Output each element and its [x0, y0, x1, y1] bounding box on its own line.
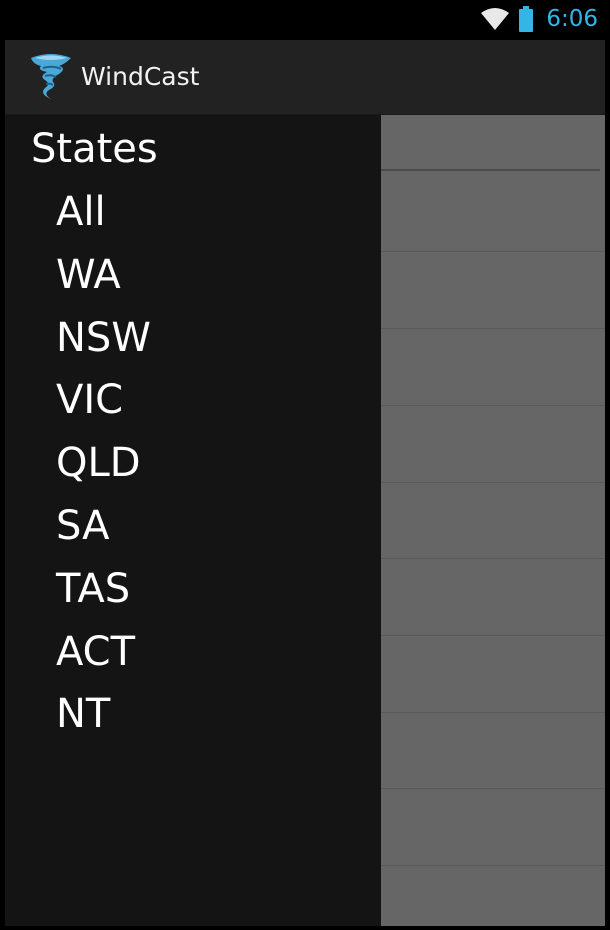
content-list: [380, 115, 605, 926]
status-time: 6:06: [546, 6, 598, 32]
list-divider: [380, 405, 605, 406]
drawer-item-act[interactable]: ACT: [5, 621, 381, 684]
drawer-item-sa[interactable]: SA: [5, 495, 381, 558]
drawer-item-tas[interactable]: TAS: [5, 558, 381, 621]
list-divider: [380, 788, 605, 789]
list-divider: [380, 558, 605, 559]
list-divider: [380, 712, 605, 713]
states-list: All WA NSW VIC QLD SA TAS ACT NT: [5, 181, 381, 746]
list-divider: [380, 635, 605, 636]
drawer-item-nsw[interactable]: NSW: [5, 307, 381, 370]
list-divider: [380, 328, 605, 329]
app-title: WindCast: [81, 62, 200, 91]
status-bar: 6:06: [0, 0, 610, 38]
drawer-item-wa[interactable]: WA: [5, 244, 381, 307]
list-divider: [380, 865, 605, 866]
wifi-icon: [481, 8, 510, 30]
navigation-drawer: States All WA NSW VIC QLD SA TAS ACT NT: [5, 115, 381, 926]
drawer-item-nt[interactable]: NT: [5, 683, 381, 746]
tornado-icon[interactable]: [29, 52, 73, 100]
action-bar: WindCast: [5, 40, 605, 115]
drawer-item-all[interactable]: All: [5, 181, 381, 244]
drawer-item-qld[interactable]: QLD: [5, 432, 381, 495]
drawer-header: States: [31, 126, 158, 172]
battery-icon: [519, 6, 534, 32]
search-field[interactable]: [380, 115, 600, 171]
drawer-item-vic[interactable]: VIC: [5, 369, 381, 432]
list-divider: [380, 251, 605, 252]
list-divider: [380, 482, 605, 483]
status-icons: 6:06: [480, 0, 598, 38]
